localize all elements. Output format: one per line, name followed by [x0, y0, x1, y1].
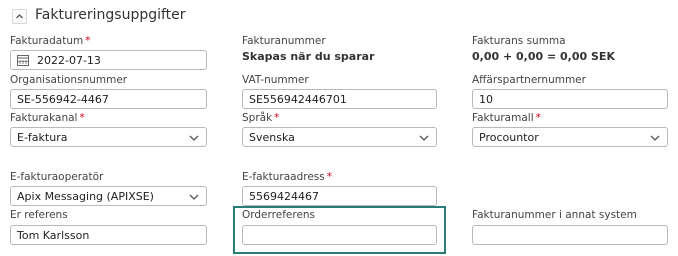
orderreferens-label: Orderreferens [242, 209, 316, 221]
e-fakturaadress-input[interactable]: 5569424467 [242, 186, 437, 206]
sprak-value: Svenska [249, 130, 295, 144]
fakturadatum-value: 2022-07-13 [37, 53, 101, 67]
fakturakanal-value: E-faktura [17, 130, 68, 144]
fakturanummer-value: Skapas när du sparar [242, 50, 375, 63]
fakturadatum-label: Fakturadatum * [10, 35, 90, 47]
calendar-icon[interactable] [17, 54, 29, 66]
e-fakturaadress-value: 5569424467 [249, 189, 319, 203]
chevron-down-icon[interactable] [649, 132, 661, 144]
fakturanummer-label: Fakturanummer [242, 35, 326, 47]
fakturadatum-label-text: Fakturadatum [10, 35, 84, 47]
fakturans-summa-label: Fakturans summa [472, 35, 566, 47]
fakturanummer-annat-system-input[interactable] [472, 225, 668, 245]
e-fakturaadress-label: E-fakturaadress * [242, 171, 332, 183]
fakturamall-label: Fakturamall * [472, 112, 541, 124]
fakturakanal-label: Fakturakanal * [10, 112, 85, 124]
chevron-up-icon[interactable] [12, 9, 27, 24]
required-marker: * [274, 112, 280, 124]
chevron-down-icon[interactable] [188, 132, 200, 144]
e-fakturaoperator-value: Apix Messaging (APIXSE) [17, 189, 154, 203]
vat-nummer-label: VAT-nummer [242, 74, 309, 86]
chevron-down-icon[interactable] [418, 132, 430, 144]
required-marker: * [85, 35, 91, 47]
e-fakturaoperator-select[interactable]: Apix Messaging (APIXSE) [10, 186, 207, 206]
er-referens-value: Tom Karlsson [17, 228, 90, 242]
fakturamall-label-text: Fakturamall [472, 112, 534, 124]
er-referens-input[interactable]: Tom Karlsson [10, 225, 207, 245]
required-marker: * [326, 171, 332, 183]
sprak-label: Språk * [242, 112, 279, 124]
er-referens-label: Er referens [10, 209, 68, 221]
affarspartnernummer-value: 10 [479, 92, 493, 106]
fakturadatum-input[interactable]: 2022-07-13 [10, 50, 207, 70]
fakturakanal-select[interactable]: E-faktura [10, 127, 207, 147]
vat-nummer-value: SE556942446701 [249, 92, 347, 106]
e-fakturaoperator-label: E-fakturaoperatör [10, 171, 104, 183]
fakturamall-select[interactable]: Procountor [472, 127, 668, 147]
affarspartnernummer-input[interactable]: 10 [472, 89, 668, 109]
organisationsnummer-input[interactable]: SE-556942-4467 [10, 89, 207, 109]
fakturamall-value: Procountor [479, 130, 539, 144]
fakturanummer-annat-system-label: Fakturanummer i annat system [472, 209, 637, 221]
sprak-select[interactable]: Svenska [242, 127, 437, 147]
section-title: Faktureringsuppgifter [35, 7, 186, 23]
fakturans-summa-value: 0,00 + 0,00 = 0,00 SEK [472, 50, 615, 63]
section-header[interactable]: Faktureringsuppgifter [0, 0, 678, 32]
affarspartnernummer-label: Affärspartnernummer [472, 74, 586, 86]
vat-nummer-input[interactable]: SE556942446701 [242, 89, 437, 109]
required-marker: * [535, 112, 541, 124]
fakturakanal-label-text: Fakturakanal [10, 112, 78, 124]
orderreferens-input[interactable] [242, 225, 437, 245]
sprak-label-text: Språk [242, 112, 273, 124]
e-fakturaadress-label-text: E-fakturaadress [242, 171, 325, 183]
required-marker: * [79, 112, 85, 124]
chevron-down-icon[interactable] [188, 191, 200, 203]
organisationsnummer-value: SE-556942-4467 [17, 92, 109, 106]
organisationsnummer-label: Organisationsnummer [10, 74, 128, 86]
